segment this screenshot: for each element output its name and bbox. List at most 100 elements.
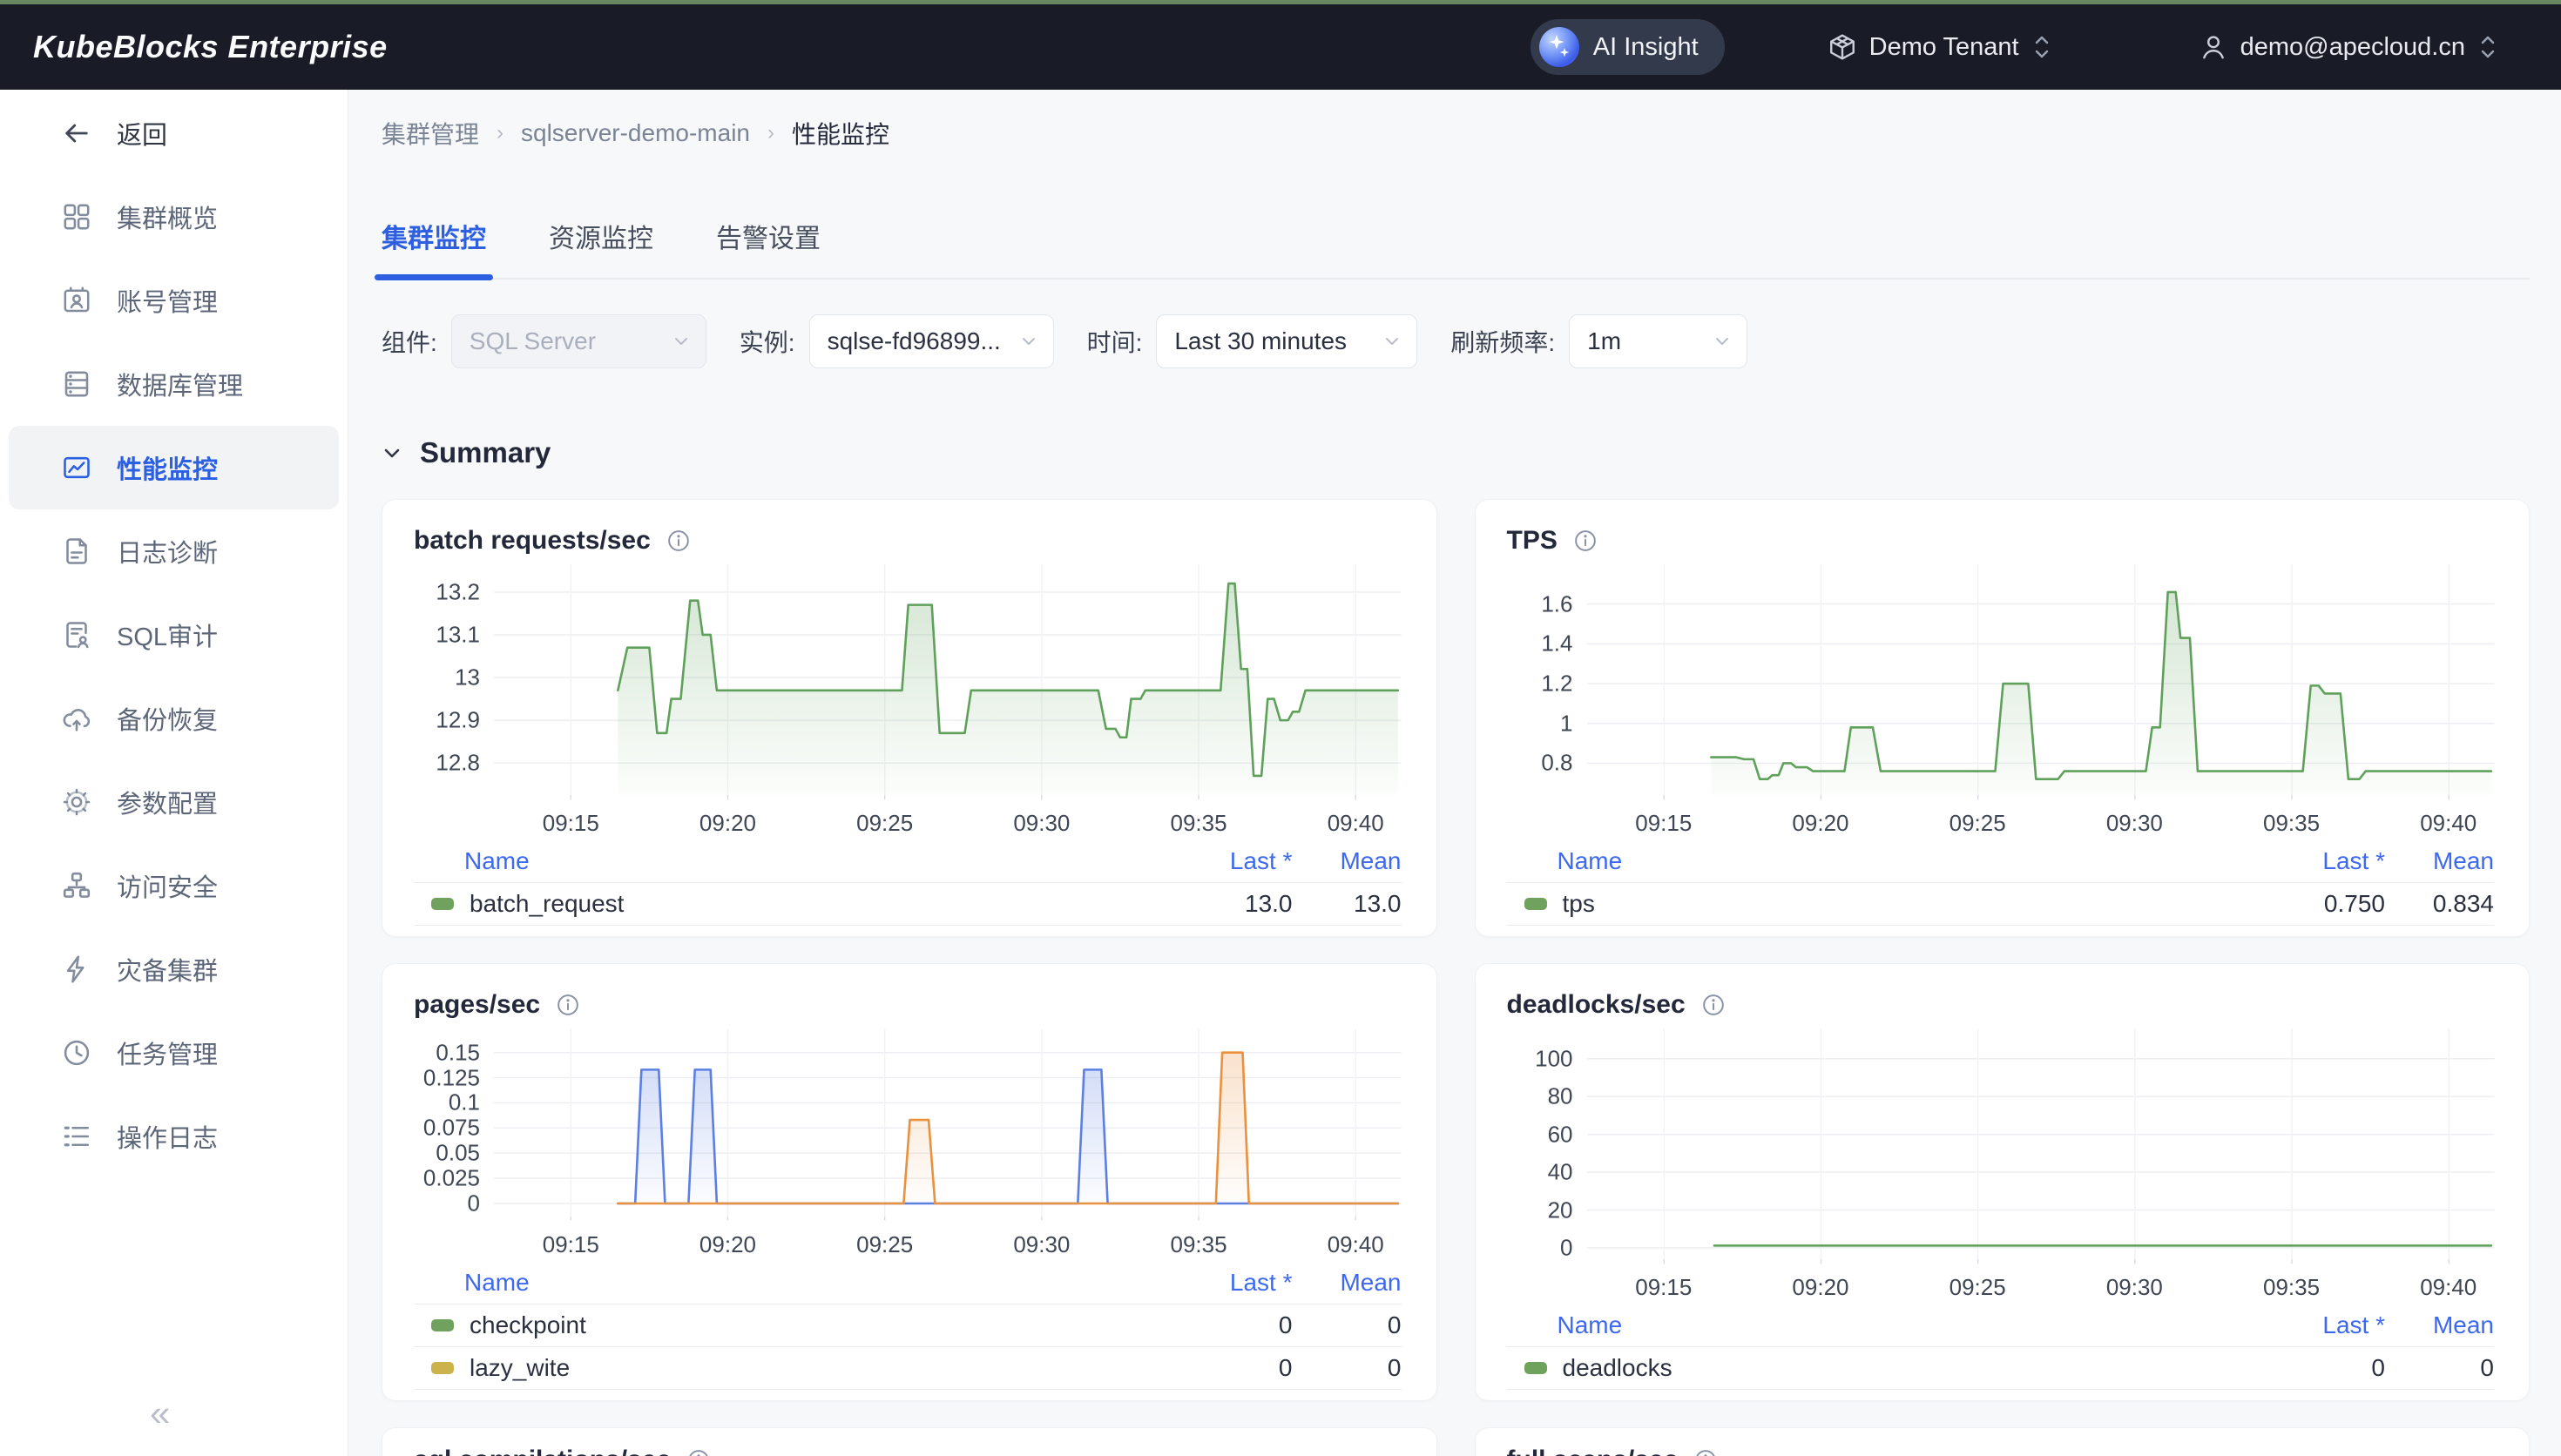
summary-section-header: Summary [382,436,2530,469]
chart-card: batch requests/sec 13.213.11312.912.8 09… [382,499,1437,937]
filter-group: 时间: Last 30 minutes [1087,314,1418,368]
legend-header-name[interactable]: Name [414,847,1145,875]
filter-value: 1m [1587,327,1621,355]
main-content[interactable]: 集群管理›sqlserver-demo-main›性能监控 集群监控 资源监控 告警… [348,90,2561,1456]
chart-title: full scans/sec [1507,1446,1679,1456]
y-axis-tick: 0 [1560,1234,1572,1261]
sidebar-item-label: 灾备集群 [117,951,218,988]
chart-grid: batch requests/sec 13.213.11312.912.8 09… [382,499,2530,1456]
legend-row[interactable]: deadlocks 00 [1507,1347,2495,1390]
legend-header-last[interactable]: Last * [1145,847,1293,875]
sidebar-item-database[interactable]: 数据库管理 [0,342,348,426]
breadcrumb-item[interactable]: 集群管理 [382,116,479,151]
y-axis-tick: 13.1 [436,621,480,648]
legend-header-name[interactable]: Name [1507,847,2238,875]
filter-select: SQL Server [451,314,706,368]
tab-item[interactable]: 资源监控 [549,217,653,278]
info-icon[interactable] [1573,529,1598,553]
sidebar-item-sqlaudit[interactable]: SQL审计 [0,593,348,677]
chevron-updown-icon [2477,32,2498,62]
plot-region[interactable]: 09:1509:2009:2509:3009:3509:40 [1587,564,2495,795]
filter-select[interactable]: sqlse-fd96899... [809,314,1054,368]
legend-row[interactable]: lazy_wite 00 [414,1347,1402,1390]
ai-insight-button[interactable]: AI Insight [1531,19,1725,75]
chart-plot-area: 0.150.1250.10.0750.050.0250 09:1509:2009… [414,1028,1402,1262]
clock-icon [61,1037,92,1068]
breadcrumb-item: 性能监控 [792,116,889,151]
series-last-value: 0.750 [2237,890,2385,918]
chevron-down-icon[interactable] [382,442,402,463]
legend-header-mean[interactable]: Mean [1293,1269,1402,1297]
x-axis-tick: 09:30 [2106,810,2163,837]
filter-select[interactable]: Last 30 minutes [1156,314,1417,368]
chart-card: TPS 1.61.41.210.8 09:1509:2009:2509:3009… [1475,499,2531,937]
tab-bar: 集群监控 资源监控 告警设置 [382,217,2530,280]
legend-row[interactable]: checkpoint 00 [414,1304,1402,1347]
sidebar-item-clock[interactable]: 任务管理 [0,1011,348,1095]
sidebar-item-monitor[interactable]: 性能监控 [9,426,339,509]
chart-legend: NameLast *Mean tps 0.7500.834 [1507,840,2495,926]
sidebar-item-listlog[interactable]: 操作日志 [0,1095,348,1178]
legend-header-mean[interactable]: Mean [2385,1311,2494,1339]
y-axis-tick: 1.6 [1541,590,1572,617]
filter-select[interactable]: 1m [1569,314,1747,368]
chart-legend: NameLast *Mean batch_request 13.013.0 [414,840,1402,926]
plot-region[interactable]: 09:1509:2009:2509:3009:3509:40 [494,1028,1402,1217]
legend-header-mean[interactable]: Mean [2385,847,2494,875]
series-swatch [431,1319,454,1331]
filter-bar: 组件: SQL Server 实例: sqlse-fd96899... 时间: … [382,314,2530,368]
legend-header-last[interactable]: Last * [2237,1311,2385,1339]
summary-section-title: Summary [420,436,551,469]
x-axis-tick: 09:25 [856,1231,913,1258]
info-icon[interactable] [1701,993,1726,1017]
info-icon[interactable] [686,1448,711,1456]
legend-header-last[interactable]: Last * [1145,1269,1293,1297]
y-axis-tick: 100 [1535,1045,1572,1072]
user-menu[interactable]: demo@apecloud.cn [2199,32,2498,62]
series-swatch [431,1362,454,1374]
sidebar-item-orgtree[interactable]: 访问安全 [0,844,348,927]
sidebar-back-button[interactable]: 返回 [0,91,348,175]
y-axis: 13.213.11312.912.8 [414,564,494,795]
x-axis-tick: 09:30 [2106,1274,2163,1301]
plot-region[interactable]: 09:1509:2009:2509:3009:3509:40 [1587,1028,2495,1259]
info-icon[interactable] [666,529,691,553]
sidebar-item-account[interactable]: 账号管理 [0,259,348,342]
legend-row[interactable]: tps 0.7500.834 [1507,883,2495,926]
sidebar-item-backup[interactable]: 备份恢复 [0,677,348,760]
sidebar-item-bolt[interactable]: 灾备集群 [0,927,348,1011]
tenant-selector[interactable]: Demo Tenant [1828,32,2052,62]
series-swatch [1524,1362,1547,1374]
sidebar-item-overview[interactable]: 集群概览 [0,175,348,259]
breadcrumb: 集群管理›sqlserver-demo-main›性能监控 [382,116,2530,151]
sidebar-item-logdoc[interactable]: 日志诊断 [0,509,348,593]
legend-row[interactable]: batch_request 13.013.0 [414,883,1402,926]
chart-title: batch requests/sec [414,526,651,556]
sidebar: 返回 集群概览账号管理数据库管理性能监控日志诊断SQL审计备份恢复参数配置访问安… [0,90,348,1456]
tab-item[interactable]: 告警设置 [716,217,821,278]
legend-header-name[interactable]: Name [1507,1311,2238,1339]
tab-active[interactable]: 集群监控 [382,217,486,278]
x-axis-tick: 09:40 [2420,810,2477,837]
legend-header-mean[interactable]: Mean [1293,847,1402,875]
sidebar-item-label: 任务管理 [117,1035,218,1071]
info-icon[interactable] [556,993,580,1017]
y-axis-tick: 13.2 [436,578,480,605]
sidebar-item-gear[interactable]: 参数配置 [0,760,348,844]
series-mean-value: 0 [1293,1311,1402,1339]
tenant-name: Demo Tenant [1869,33,2019,62]
legend-header-name[interactable]: Name [414,1269,1145,1297]
filter-group: 组件: SQL Server [382,314,706,368]
chart-card-partial: sql compilations/sec [382,1427,1437,1456]
monitor-icon [61,452,92,483]
chart-legend: NameLast *Mean deadlocks 00 [1507,1304,2495,1390]
sidebar-collapse-button[interactable]: « [150,1395,170,1432]
breadcrumb-item[interactable]: sqlserver-demo-main [521,119,750,147]
info-icon[interactable] [1693,1448,1718,1456]
x-axis-tick: 09:15 [1635,1274,1692,1301]
orgtree-icon [61,870,92,901]
filter-group: 刷新频率: 1m [1450,314,1747,368]
plot-region[interactable]: 09:1509:2009:2509:3009:3509:40 [494,564,1402,795]
x-axis-tick: 09:30 [1013,810,1070,837]
legend-header-last[interactable]: Last * [2237,847,2385,875]
